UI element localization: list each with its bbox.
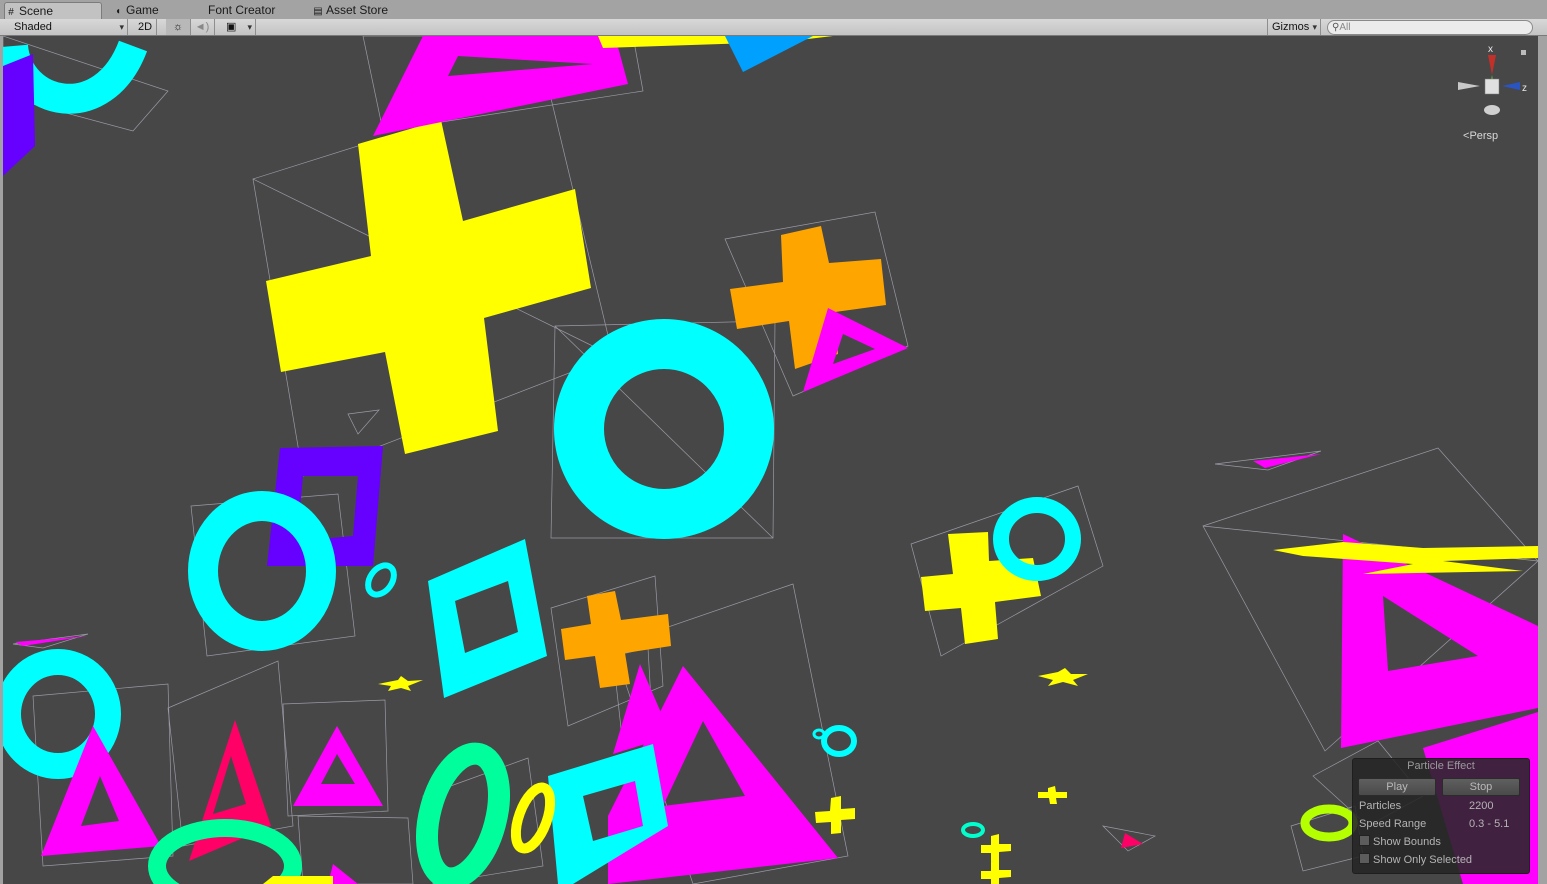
magenta-triangle-top — [373, 36, 628, 136]
pink-triangle-mini — [1121, 833, 1143, 848]
scene-render — [3, 36, 1538, 884]
particle-shapes — [3, 36, 1538, 884]
yellow-cross-large — [266, 120, 591, 454]
magenta-sliver-left — [15, 636, 87, 646]
gizmos-label: Gizmos — [1272, 21, 1310, 33]
magenta-triangle-left — [41, 726, 161, 856]
cyan-square — [428, 539, 547, 698]
tab-game[interactable]: ◖ Game — [112, 2, 182, 19]
tab-asset-store-label: Asset Store — [326, 3, 389, 17]
search-field[interactable]: ⚲All — [1327, 20, 1533, 35]
cyan-ring-tiny — [365, 562, 397, 598]
checkbox-icon — [1359, 853, 1370, 864]
sun-icon: ☼ — [172, 21, 184, 33]
cyan-ring-large — [554, 319, 774, 539]
tab-scene[interactable]: # Scene — [4, 2, 102, 20]
tab-game-label: Game — [126, 3, 159, 17]
yellow-cross-tiny-right — [1038, 668, 1088, 686]
yellow-shard-bottom — [263, 876, 333, 884]
blue-triangle-top — [725, 36, 813, 72]
image-icon: ▣ — [226, 21, 237, 33]
z-axis-cone-icon — [1502, 82, 1520, 90]
orange-cross — [730, 226, 886, 369]
projection-toggle[interactable]: <Persp — [1463, 130, 1498, 142]
cyan-ring-medium — [188, 491, 336, 651]
gizmo-cube-icon — [1484, 78, 1500, 95]
green-ring-bottom-left — [148, 819, 302, 884]
tab-scene-label: Scene — [19, 4, 54, 18]
speaker-icon: ◄) — [194, 21, 210, 33]
viewport-right-edge — [1538, 36, 1547, 884]
store-icon: ▤ — [313, 6, 323, 17]
show-only-selected-checkbox[interactable]: Show Only Selected — [1359, 852, 1472, 868]
purple-shape-top-left — [3, 54, 35, 176]
speed-range-value: 0.3 - 5.1 — [1469, 818, 1510, 830]
yellow-cross-tiny — [378, 676, 423, 691]
gizmo-x-label: x — [1488, 44, 1493, 55]
x-axis-cone-icon — [1458, 82, 1480, 90]
green-ring — [416, 742, 510, 884]
particle-effect-panel: Particle Effect Play Stop Particles 2200… — [1352, 758, 1530, 874]
show-bounds-checkbox[interactable]: Show Bounds — [1359, 834, 1441, 850]
teal-ring-mini — [961, 822, 985, 838]
tab-font-creator-label: Font Creator — [208, 3, 276, 17]
checkbox-icon — [1359, 835, 1370, 846]
y-axis-cone-icon — [1488, 55, 1496, 75]
tab-asset-store[interactable]: ▤ Asset Store — [312, 2, 402, 19]
yellow-cross-small-bottom — [815, 796, 855, 834]
cyan-ring-mini — [812, 728, 826, 740]
cyan-ring-small-bottom — [821, 725, 857, 757]
draw-mode-dropdown[interactable]: Shaded — [4, 19, 128, 35]
search-placeholder: All — [1339, 22, 1351, 33]
orange-cross-small — [561, 591, 671, 688]
show-only-selected-label: Show Only Selected — [1373, 854, 1473, 866]
yellow-cross-mini-3 — [981, 860, 1011, 884]
lime-ring — [1300, 804, 1358, 842]
effects-dropdown[interactable]: ▣ — [220, 19, 256, 35]
scene-viewport[interactable]: x z <Persp — [3, 36, 1538, 884]
window-tab-bar: # Scene ◖ Game Font Creator ▤ Asset Store — [0, 0, 1547, 20]
show-bounds-label: Show Bounds — [1373, 836, 1441, 848]
play-button[interactable]: Play — [1358, 778, 1436, 796]
gizmo-bottom-cone-icon — [1484, 105, 1500, 115]
gizmo-z-label: z — [1522, 83, 1527, 94]
speed-range-label: Speed Range — [1359, 818, 1427, 830]
gizmos-dropdown[interactable]: Gizmos — [1267, 19, 1321, 35]
draw-mode-label: Shaded — [14, 21, 52, 33]
scene-toolbar: Shaded 2D ☼ ◄) ▣ Gizmos ⚲All — [0, 19, 1547, 36]
2d-toggle-label: 2D — [137, 21, 153, 33]
yellow-streak — [1273, 542, 1538, 574]
yellow-ring-small — [510, 782, 556, 854]
magenta-sliver — [1253, 454, 1321, 468]
stop-button[interactable]: Stop — [1442, 778, 1520, 796]
audio-toggle-button[interactable]: ◄) — [190, 19, 215, 35]
cyan-ring-right — [993, 497, 1081, 581]
2d-toggle-button[interactable]: 2D — [134, 19, 157, 35]
yellow-cross-right — [921, 532, 1041, 644]
magenta-triangle-small-left — [293, 726, 383, 806]
pacman-icon: ◖ — [114, 6, 122, 17]
yellow-cross-mini — [1038, 786, 1067, 804]
particles-label: Particles — [1359, 800, 1402, 812]
tab-font-creator[interactable]: Font Creator — [208, 2, 298, 19]
projection-label: Persp — [1469, 130, 1499, 142]
lighting-toggle-button[interactable]: ☼ — [166, 19, 191, 35]
particles-value: 2200 — [1469, 800, 1494, 812]
particle-effect-title: Particle Effect — [1407, 760, 1475, 772]
yellow-cross-mini-2 — [981, 834, 1011, 862]
lock-icon[interactable] — [1521, 50, 1526, 55]
